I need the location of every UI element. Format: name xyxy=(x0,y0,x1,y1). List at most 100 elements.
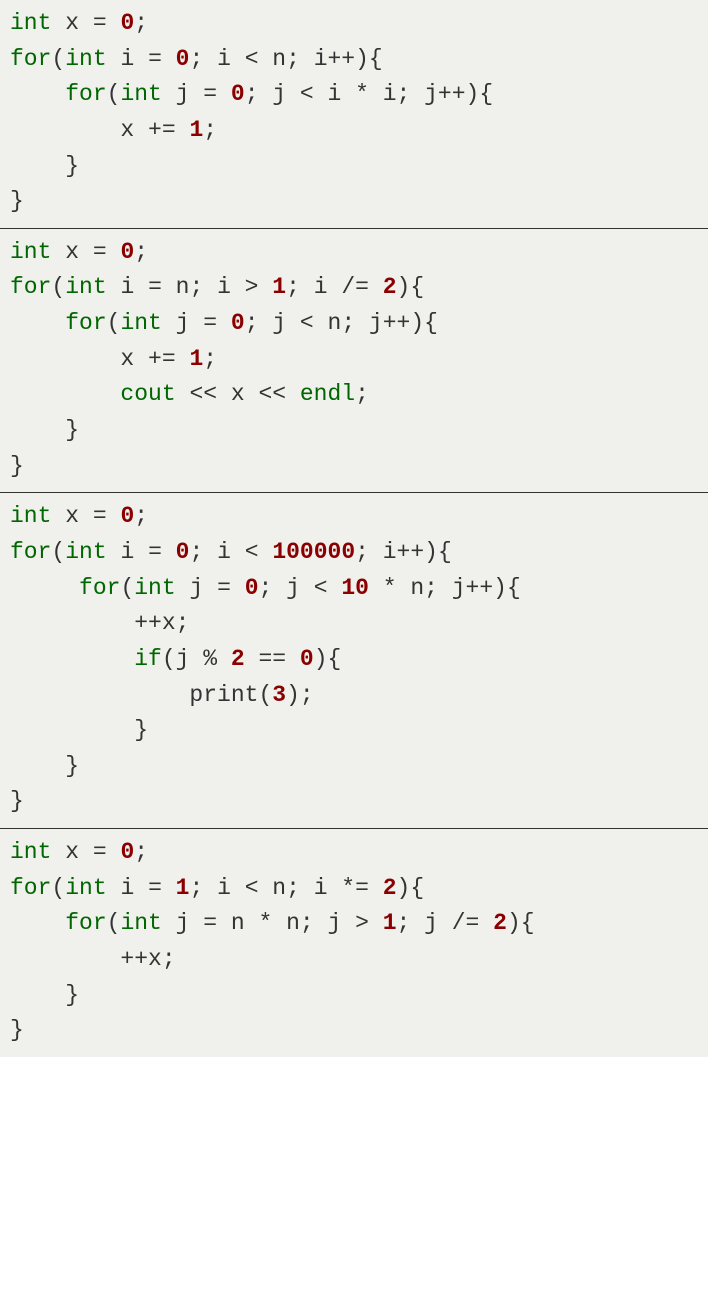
code-token xyxy=(10,381,120,407)
code-token: } xyxy=(10,153,79,179)
code-token: ( xyxy=(51,274,65,300)
code-token: 1 xyxy=(383,910,397,936)
code-token: i = n; i > xyxy=(107,274,273,300)
code-token: ; xyxy=(134,239,148,265)
code-token: 0 xyxy=(120,10,134,36)
code-token: ( xyxy=(107,81,121,107)
code-token: ; xyxy=(134,503,148,529)
code-token: ( xyxy=(107,910,121,936)
code-pre: int x = 0; for(int i = n; i > 1; i /= 2)… xyxy=(10,235,698,484)
code-token: 0 xyxy=(120,239,134,265)
code-token: ; xyxy=(355,381,369,407)
code-token: j = n * n; j > xyxy=(162,910,383,936)
code-block: int x = 0; for(int i = n; i > 1; i /= 2)… xyxy=(0,229,708,493)
code-token: ; j < n; j++){ xyxy=(245,310,438,336)
code-token: } xyxy=(10,982,79,1008)
code-token: 1 xyxy=(176,875,190,901)
code-token: int xyxy=(65,274,106,300)
code-token: ; i < n; i++){ xyxy=(189,46,382,72)
code-token: ; i /= xyxy=(286,274,383,300)
code-token: ); xyxy=(286,682,314,708)
code-token: ; i++){ xyxy=(355,539,452,565)
code-token: 0 xyxy=(231,310,245,336)
code-token: ; xyxy=(134,10,148,36)
code-token xyxy=(10,310,65,336)
code-token: 0 xyxy=(176,46,190,72)
code-token: 10 xyxy=(341,575,369,601)
code-block: int x = 0; for(int i = 1; i < n; i *= 2)… xyxy=(0,829,708,1057)
code-token: int xyxy=(10,503,51,529)
code-token: int xyxy=(65,875,106,901)
code-token: } xyxy=(10,788,24,814)
code-token: int xyxy=(120,81,161,107)
code-token: cout xyxy=(120,381,175,407)
code-token: if xyxy=(134,646,162,672)
code-pre: int x = 0; for(int i = 1; i < n; i *= 2)… xyxy=(10,835,698,1049)
code-token: ){ xyxy=(314,646,342,672)
code-token: 2 xyxy=(493,910,507,936)
code-token: i = xyxy=(107,539,176,565)
code-token: ; xyxy=(203,346,217,372)
code-token: (j % xyxy=(162,646,231,672)
code-token: ( xyxy=(51,46,65,72)
code-token: 0 xyxy=(231,81,245,107)
code-token: ( xyxy=(107,310,121,336)
code-token: int xyxy=(10,839,51,865)
code-token: 1 xyxy=(272,274,286,300)
code-token: ( xyxy=(120,575,134,601)
code-token: } xyxy=(10,753,79,779)
code-token xyxy=(10,575,79,601)
code-token: int xyxy=(134,575,175,601)
code-token: 1 xyxy=(189,117,203,143)
code-token: ; i < n; i *= xyxy=(189,875,382,901)
code-token: << x << xyxy=(176,381,300,407)
code-token: ++x; xyxy=(10,610,189,636)
code-pre: int x = 0; for(int i = 0; i < n; i++){ f… xyxy=(10,6,698,220)
code-token: } xyxy=(10,417,79,443)
code-token: } xyxy=(10,717,148,743)
code-token: x += xyxy=(10,117,189,143)
code-token: 1 xyxy=(189,346,203,372)
code-pre: int x = 0; for(int i = 0; i < 100000; i+… xyxy=(10,499,698,820)
code-token: x = xyxy=(51,839,120,865)
code-token: 3 xyxy=(272,682,286,708)
code-token: x = xyxy=(51,239,120,265)
code-token: for xyxy=(10,46,51,72)
code-token: int xyxy=(120,910,161,936)
code-token: for xyxy=(65,81,106,107)
code-token: x = xyxy=(51,503,120,529)
code-token: ){ xyxy=(397,274,425,300)
code-token: ; i < xyxy=(189,539,272,565)
code-token: ( xyxy=(51,539,65,565)
code-token: ; j /= xyxy=(397,910,494,936)
code-token: ; j < xyxy=(259,575,342,601)
code-token: } xyxy=(10,188,24,214)
code-token: endl xyxy=(300,381,355,407)
code-token: x = xyxy=(51,10,120,36)
code-token: 2 xyxy=(383,875,397,901)
code-token: for xyxy=(10,274,51,300)
code-token: ){ xyxy=(507,910,535,936)
code-token: int xyxy=(65,539,106,565)
code-token: i = xyxy=(107,46,176,72)
code-token: for xyxy=(10,539,51,565)
code-token: 0 xyxy=(176,539,190,565)
code-token: for xyxy=(65,310,106,336)
code-token: j = xyxy=(176,575,245,601)
code-token: 0 xyxy=(300,646,314,672)
code-token: for xyxy=(65,910,106,936)
code-token: ; xyxy=(134,839,148,865)
code-token xyxy=(10,81,65,107)
code-token: * n; j++){ xyxy=(369,575,521,601)
code-token xyxy=(10,910,65,936)
code-token: int xyxy=(10,239,51,265)
code-token: ( xyxy=(51,875,65,901)
code-token: ++x; xyxy=(10,946,176,972)
code-token: int xyxy=(65,46,106,72)
code-token: 0 xyxy=(245,575,259,601)
code-token: 2 xyxy=(383,274,397,300)
code-token: j = xyxy=(162,310,231,336)
code-token: for xyxy=(10,875,51,901)
code-token: j = xyxy=(162,81,231,107)
code-token: int xyxy=(10,10,51,36)
